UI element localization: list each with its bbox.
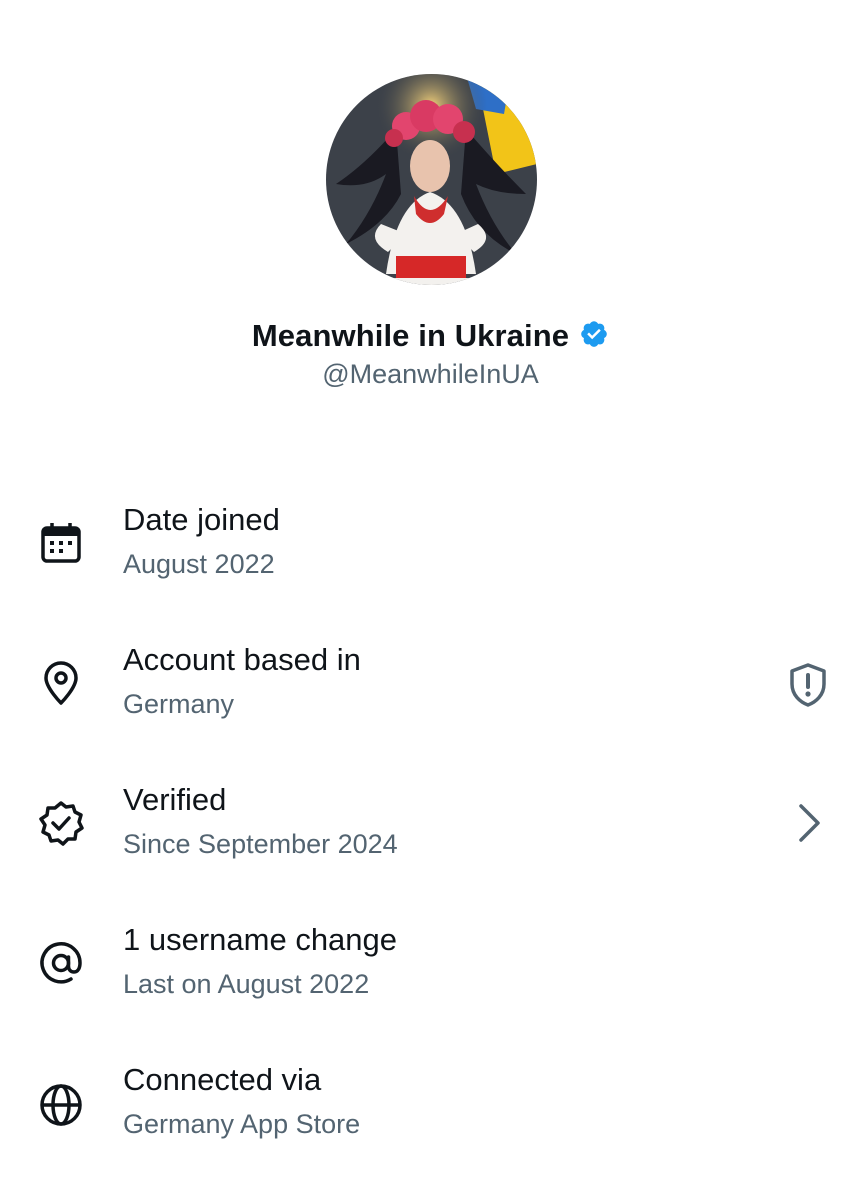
profile-handle[interactable]: @MeanwhileInUA: [0, 359, 861, 390]
shield-alert-icon[interactable]: [783, 660, 833, 710]
at-sign-icon: [40, 942, 82, 984]
profile-avatar[interactable]: [326, 74, 537, 285]
row-subtitle: August 2022: [123, 549, 275, 579]
row-title: Verified: [123, 782, 227, 817]
row-title: Date joined: [123, 502, 280, 537]
chevron-right-icon[interactable]: [783, 798, 833, 848]
verified-badge-icon[interactable]: [579, 319, 609, 349]
display-name: Meanwhile in Ukraine: [251, 318, 570, 353]
profile-name-row: Meanwhile in Ukraine: [0, 318, 861, 354]
row-subtitle: Last on August 2022: [123, 969, 370, 999]
row-account-based-in[interactable]: Account based in Germany: [0, 642, 861, 762]
row-date-joined: Date joined August 2022: [0, 502, 861, 622]
row-subtitle: Since September 2024: [123, 829, 398, 859]
row-username-change: 1 username change Last on August 2022: [0, 922, 861, 1042]
row-subtitle: Germany: [123, 689, 235, 719]
row-title: Connected via: [123, 1062, 322, 1097]
row-title: Account based in: [123, 642, 361, 677]
avatar-illustration: [326, 74, 537, 285]
globe-icon: [40, 1084, 82, 1126]
row-connected-via: Connected via Germany App Store: [0, 1062, 861, 1182]
row-verified[interactable]: Verified Since September 2024: [0, 782, 861, 902]
row-subtitle: Germany App Store: [123, 1109, 361, 1139]
row-title: 1 username change: [123, 922, 398, 957]
location-pin-icon: [44, 661, 78, 705]
calendar-icon: [41, 523, 81, 563]
verified-badge-icon: [39, 801, 84, 846]
